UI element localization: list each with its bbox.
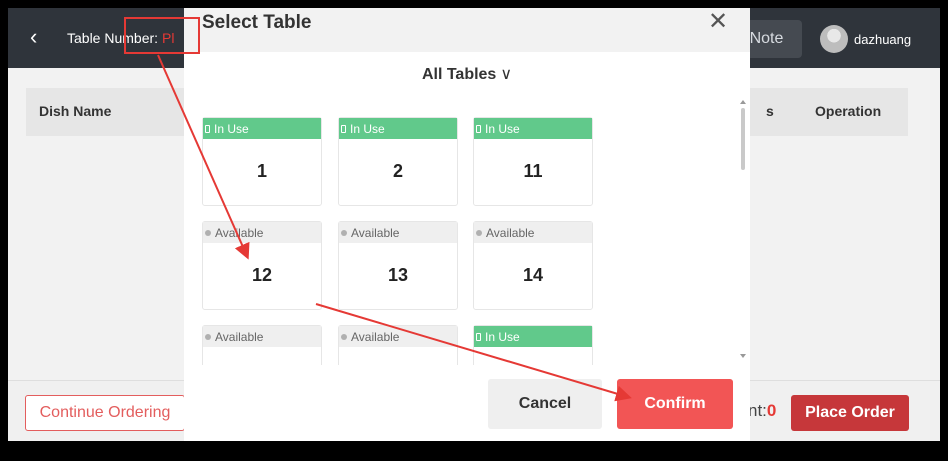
- table-number-value: Pl: [162, 30, 175, 46]
- table-card[interactable]: In Use: [473, 325, 593, 365]
- table-filter-dropdown[interactable]: All Tables ∨: [184, 64, 750, 84]
- user-profile[interactable]: dazhuang: [820, 24, 911, 54]
- table-number: 11: [523, 161, 543, 181]
- chevron-down-icon: ∨: [500, 66, 513, 83]
- table-status-bar: Available: [474, 222, 592, 243]
- table-number-field[interactable]: Table Number: Pl: [67, 30, 175, 46]
- table-status-label: In Use: [485, 329, 520, 344]
- table-status-bar: In Use: [339, 118, 457, 139]
- scrollbar[interactable]: [740, 100, 746, 364]
- table-status-label: In Use: [485, 121, 520, 136]
- back-chevron-icon[interactable]: ‹: [30, 26, 37, 48]
- table-number: 12: [251, 265, 273, 285]
- status-dot-icon: [476, 229, 482, 236]
- filter-label: All Tables: [421, 66, 497, 83]
- table-number: 13: [387, 265, 409, 285]
- scrollbar-thumb[interactable]: [741, 108, 745, 170]
- table-status-label: Available: [351, 225, 400, 240]
- hourglass-icon: [476, 332, 481, 341]
- table-card[interactable]: In Use 1: [202, 117, 322, 206]
- table-card[interactable]: In Use 2: [338, 117, 458, 206]
- table-number: 14: [522, 265, 544, 285]
- table-status-bar: In Use: [203, 118, 321, 139]
- table-card[interactable]: In Use 11: [473, 117, 593, 206]
- place-order-button[interactable]: Place Order: [791, 395, 909, 431]
- table-status-label: In Use: [350, 121, 385, 136]
- table-status-bar: In Use: [474, 118, 592, 139]
- table-number: 2: [392, 161, 403, 181]
- table-status-label: Available: [486, 225, 535, 240]
- table-status-bar: Available: [203, 326, 321, 347]
- continue-ordering-button[interactable]: Continue Ordering: [25, 395, 185, 431]
- amount-value: 0: [766, 401, 777, 420]
- table-grid: In Use 1 In Use 2 In Use 11 Available 12 Availab…: [202, 113, 722, 365]
- cancel-button[interactable]: Cancel: [488, 379, 602, 429]
- amount-label: nt:: [748, 401, 767, 420]
- table-status-bar: Available: [203, 222, 321, 243]
- avatar: [820, 25, 848, 53]
- table-card[interactable]: Available: [202, 325, 322, 365]
- hourglass-icon: [341, 124, 346, 133]
- scroll-up-arrow-icon[interactable]: [740, 100, 746, 104]
- table-card[interactable]: Available 13: [338, 221, 458, 310]
- amount-display: nt:0: [748, 401, 776, 421]
- table-status-bar: Available: [339, 326, 457, 347]
- table-number-label: Table Number:: [67, 30, 159, 46]
- table-status-bar: In Use: [474, 326, 592, 347]
- confirm-button[interactable]: Confirm: [617, 379, 733, 429]
- status-dot-icon: [205, 229, 211, 236]
- table-card[interactable]: Available 14: [473, 221, 593, 310]
- username: dazhuang: [854, 31, 912, 47]
- table-status-label: Available: [351, 329, 400, 344]
- table-card[interactable]: Available 12: [202, 221, 322, 310]
- app-window: ‹ Table Number: Pl Note dazhuang Dish Nam…: [8, 8, 940, 441]
- table-status-label: In Use: [214, 121, 249, 136]
- dish-name-header: Dish Name: [39, 103, 112, 119]
- operation-header: Operation: [815, 103, 882, 119]
- status-dot-icon: [341, 333, 347, 340]
- table-status-label: Available: [215, 329, 264, 344]
- status-dot-icon: [205, 333, 211, 340]
- status-dot-icon: [341, 229, 347, 236]
- scroll-down-arrow-icon[interactable]: [740, 354, 746, 358]
- hourglass-icon: [205, 124, 210, 133]
- table-status-label: Available: [215, 225, 264, 240]
- table-status-bar: Available: [339, 222, 457, 243]
- table-number: 1: [256, 161, 267, 181]
- modal-title: Select Table: [202, 12, 312, 33]
- table-card[interactable]: Available: [338, 325, 458, 365]
- modal-header: Select Table ✕: [184, 8, 750, 52]
- close-icon[interactable]: ✕: [708, 10, 728, 34]
- quantity-header-partial: s: [766, 103, 774, 119]
- select-table-modal: Select Table ✕ All Tables ∨ In Use 1 In Use…: [184, 8, 750, 441]
- hourglass-icon: [476, 124, 481, 133]
